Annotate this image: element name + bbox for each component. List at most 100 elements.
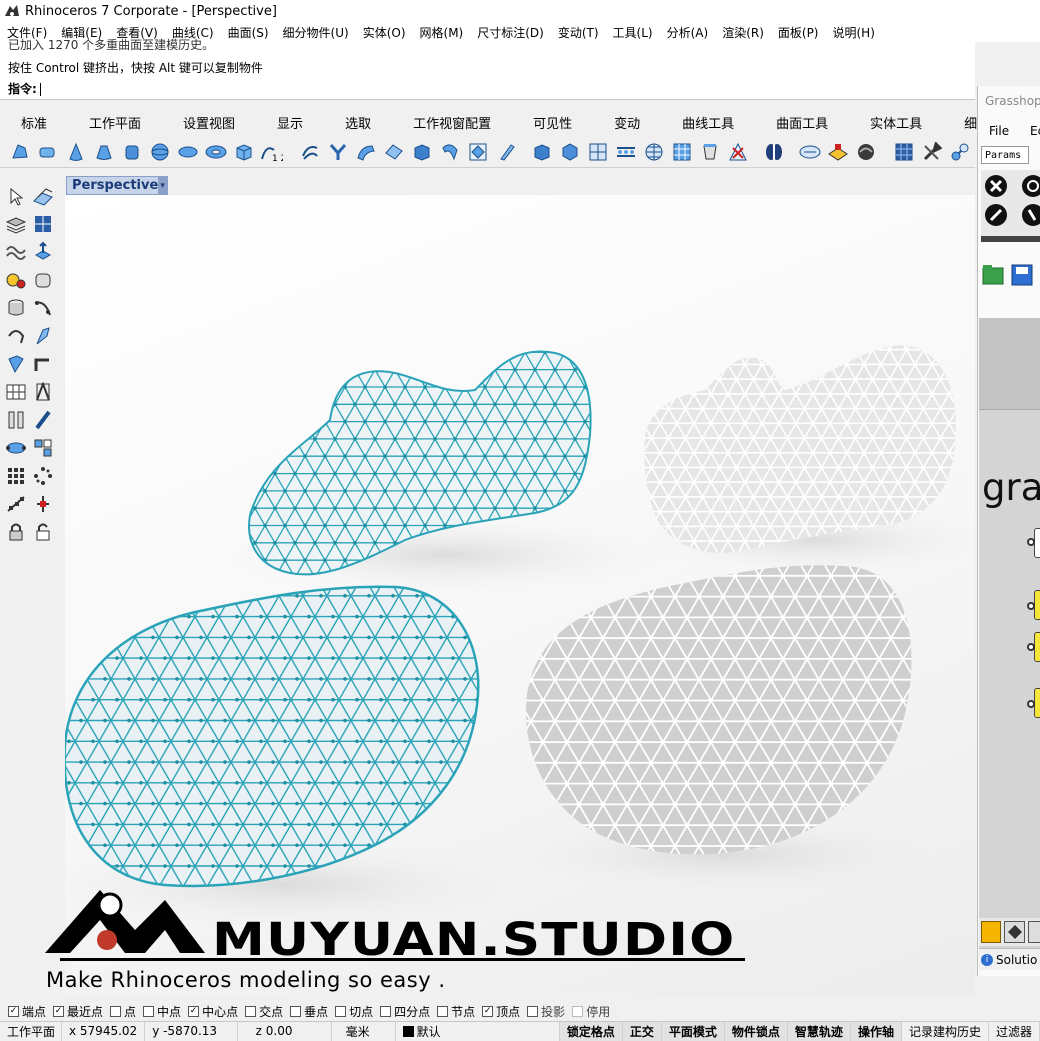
gh-menu-file[interactable]: File — [989, 124, 1009, 138]
gh-param-icon-4[interactable] — [1022, 204, 1040, 226]
polar-array-icon[interactable] — [31, 464, 55, 488]
gumball-icon[interactable] — [31, 492, 55, 516]
toolbar-tab[interactable]: 显示 — [256, 113, 324, 132]
arc-icon[interactable] — [4, 324, 28, 348]
select-arrow-icon[interactable] — [4, 185, 28, 209]
surface-wave-icon[interactable] — [4, 240, 28, 264]
point-edit-icon[interactable] — [4, 436, 28, 460]
toolbar-tab[interactable]: 变动 — [593, 113, 661, 132]
split-view-icon[interactable] — [4, 380, 28, 404]
perspective-viewport[interactable] — [65, 195, 975, 995]
gh-menu-edit[interactable]: Ec — [1030, 124, 1040, 138]
menu-item[interactable]: 曲面(S) — [221, 24, 276, 41]
menu-item[interactable]: 网格(M) — [413, 24, 471, 41]
render-icon[interactable] — [798, 140, 821, 163]
status-layer[interactable]: 默认 — [396, 1021, 560, 1041]
array-icon[interactable] — [614, 140, 637, 163]
mesh-repair-icon[interactable] — [726, 140, 749, 163]
unlock-icon[interactable] — [31, 520, 55, 544]
osnap-item[interactable]: 垂点 — [290, 1003, 328, 1020]
mesh-patch-icon[interactable] — [586, 140, 609, 163]
osnap-checkbox[interactable] — [572, 1005, 584, 1017]
gh-input-grip-2[interactable] — [1027, 602, 1035, 610]
truncated-cone-icon[interactable] — [92, 140, 115, 163]
osnap-checkbox[interactable] — [380, 1005, 392, 1017]
environment-icon[interactable] — [854, 140, 877, 163]
mesh-sphere-icon[interactable] — [642, 140, 665, 163]
osnap-checkbox[interactable]: ✓ — [8, 1005, 19, 1017]
osnap-item[interactable]: 停用 — [572, 1003, 610, 1020]
gh-save-icon[interactable] — [1011, 264, 1033, 286]
drum-icon[interactable] — [4, 296, 28, 320]
osnap-checkbox[interactable] — [527, 1005, 539, 1017]
ellipsoid-icon[interactable] — [176, 140, 199, 163]
align-icon[interactable] — [4, 492, 28, 516]
columns-icon[interactable] — [4, 408, 28, 432]
osnap-item[interactable]: 节点 — [437, 1003, 475, 1020]
osnap-checkbox[interactable] — [143, 1005, 155, 1017]
cylinder-icon[interactable] — [120, 140, 143, 163]
gh-param-icon-3[interactable] — [985, 204, 1007, 226]
status-toggle[interactable]: 平面模式 — [661, 1021, 725, 1041]
array-grid-icon[interactable] — [4, 464, 28, 488]
gh-input-grip-4[interactable] — [1027, 700, 1035, 708]
osnap-checkbox[interactable] — [437, 1005, 449, 1017]
osnap-checkbox[interactable]: ✓ — [482, 1005, 494, 1017]
material-icon[interactable] — [826, 140, 849, 163]
pen-icon[interactable] — [494, 140, 517, 163]
osnap-item[interactable]: ✓ 最近点 — [53, 1003, 103, 1020]
status-toggle[interactable]: 锁定格点 — [559, 1021, 623, 1041]
toolbar-tab[interactable]: 实体工具 — [849, 113, 943, 132]
gh-input-grip-3[interactable] — [1027, 643, 1035, 651]
curve-degree-icon[interactable]: 1 2 — [260, 140, 283, 163]
menu-item[interactable]: 工具(L) — [606, 24, 660, 41]
menu-item[interactable]: 变动(T) — [551, 24, 606, 41]
menu-item[interactable]: 细分物件(U) — [276, 24, 356, 41]
pipe-icon[interactable] — [438, 140, 461, 163]
osnap-item[interactable]: 投影 — [527, 1003, 565, 1020]
gh-open-folder-icon[interactable] — [982, 265, 1004, 285]
grid-points-icon[interactable] — [31, 436, 55, 460]
osnap-checkbox[interactable]: ✓ — [188, 1005, 200, 1017]
tools-icon[interactable] — [920, 140, 943, 163]
status-toggle[interactable]: 过滤器 — [989, 1021, 1040, 1041]
command-prompt[interactable]: 指令: — [8, 80, 41, 97]
menu-item[interactable]: 尺寸标注(D) — [470, 24, 551, 41]
subd-icon[interactable] — [762, 140, 785, 163]
osnap-checkbox[interactable] — [110, 1005, 122, 1017]
toolbar-tab[interactable]: 工作平面 — [68, 113, 162, 132]
loft-icon[interactable] — [382, 140, 405, 163]
slash-icon[interactable] — [31, 408, 55, 432]
toolbar-tab[interactable]: 标准 — [0, 113, 68, 132]
gh-display-mode-icon[interactable] — [1004, 921, 1025, 943]
trim-icon[interactable] — [31, 380, 55, 404]
status-toggle[interactable]: 正交 — [622, 1021, 662, 1041]
toolbar-tab[interactable]: 可见性 — [512, 113, 593, 132]
gh-preview-icon[interactable] — [981, 921, 1002, 943]
cylinder-gray-icon[interactable] — [31, 268, 55, 292]
curve-dots-icon[interactable] — [31, 296, 55, 320]
status-toggle[interactable]: 记录建构历史 — [902, 1021, 989, 1041]
toolbar-tab[interactable]: 曲线工具 — [661, 113, 755, 132]
gh-canvas[interactable]: gra — [979, 318, 1040, 958]
gh-preview-settings-icon[interactable] — [1027, 921, 1040, 943]
rebuild-icon[interactable] — [298, 140, 321, 163]
layer-panel-icon[interactable] — [31, 185, 55, 209]
osnap-checkbox[interactable]: ✓ — [53, 1005, 65, 1017]
osnap-item[interactable]: 四分点 — [380, 1003, 430, 1020]
osnap-item[interactable]: 交点 — [245, 1003, 283, 1020]
extrude-up-icon[interactable] — [31, 240, 55, 264]
menu-item[interactable]: 分析(A) — [660, 24, 716, 41]
menu-item[interactable]: 实体(O) — [356, 24, 413, 41]
osnap-item[interactable]: ✓ 顶点 — [482, 1003, 520, 1020]
lock-icon[interactable] — [4, 520, 28, 544]
osnap-item[interactable]: ✓ 端点 — [8, 1003, 46, 1020]
menu-item[interactable]: 说明(H) — [826, 24, 882, 41]
osnap-item[interactable]: 点 — [110, 1003, 136, 1020]
cup-icon[interactable] — [698, 140, 721, 163]
status-toggle[interactable]: 物件锁点 — [724, 1021, 788, 1041]
box-icon[interactable] — [232, 140, 255, 163]
fillet-edge-icon[interactable] — [31, 324, 55, 348]
box-edge-icon[interactable] — [36, 140, 59, 163]
torus-icon[interactable] — [204, 140, 227, 163]
